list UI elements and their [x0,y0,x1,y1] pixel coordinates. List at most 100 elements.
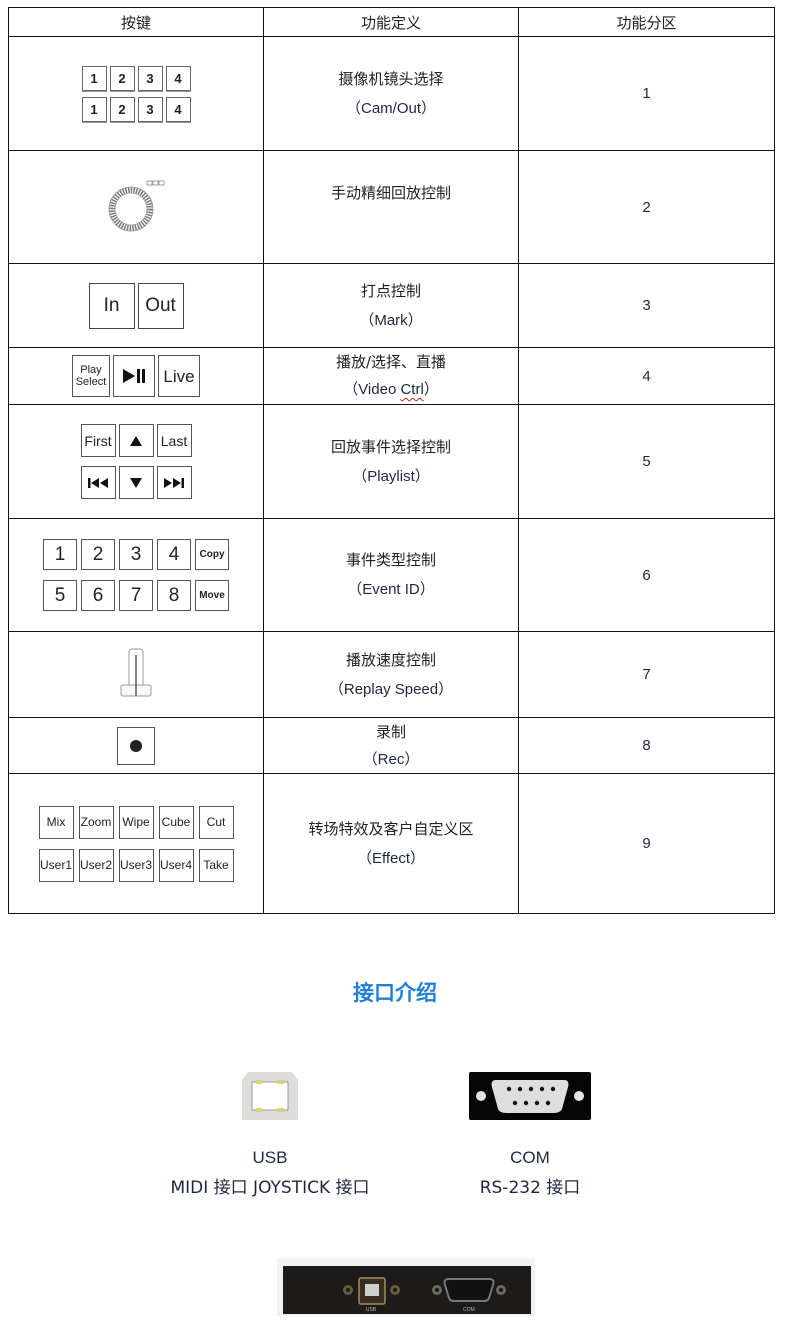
play-pause-key [113,355,155,397]
table-row: 手动精细回放控制 2 [8,150,775,264]
rec-key [117,726,155,765]
out-key-1: 1 [81,96,107,122]
keys-cell: Mix Zoom Wipe Cube Cut User1 User2 User3… [8,773,264,914]
skip-back-key [80,466,116,499]
out-key-4: 4 [165,96,191,122]
mix-key: Mix [38,805,74,839]
record-dot-icon [130,739,142,752]
function-cn: 录制 [375,722,406,741]
keys-cell [8,150,264,264]
table-row: In Out 打点控制 （Mark） 3 [8,263,775,348]
wipe-key: Wipe [118,805,154,839]
function-cn: 播放/选择、直播 [335,353,447,371]
table-header-row: 按键 功能定义 功能分区 [8,7,775,37]
table-row: 1 2 3 4 Copy 5 6 7 8 Move 事件类型控制 （Event … [8,518,775,632]
replay-speed-fader-icon [120,647,152,697]
user2-key: User2 [78,848,114,882]
zone-cell: 5 [518,404,775,519]
zone-cell: 2 [518,150,775,264]
move-key: Move [195,580,229,611]
function-en: （Replay Speed） [328,680,454,698]
event-key-4: 4 [157,539,191,570]
function-en: （Cam/Out） [345,99,436,117]
event-key-3: 3 [119,539,153,570]
spellcheck-word: Ctrl [400,381,424,398]
usb-label: USB [252,1148,288,1167]
event-key-5: 5 [43,580,77,611]
function-cell: 录制 （Rec） [263,717,519,774]
down-key [118,466,154,499]
cam-out-key-grid: 1 2 3 4 1 2 3 4 [81,65,191,122]
com-description: RS-232 接口 [479,1178,581,1198]
table-row: 录制 （Rec） 8 [8,717,775,774]
cube-key: Cube [158,805,194,839]
play-select-key: Play Select [72,355,110,397]
event-key-2: 2 [81,539,115,570]
table-row: 播放速度控制 （Replay Speed） 7 [8,631,775,718]
com-port-block: COM RS-232 接口 [410,1068,650,1203]
function-en: （Effect） [356,849,426,867]
user3-key: User3 [118,848,154,882]
function-en: （Video Ctrl） [343,381,439,398]
keys-cell: In Out [8,263,264,348]
play-pause-icon [123,369,145,383]
header-keys: 按键 [8,7,264,37]
function-cell: 手动精细回放控制 [263,150,519,264]
event-key-1: 1 [43,539,77,570]
rear-panel-photo: USB COM [277,1258,535,1316]
out-key: Out [137,282,184,329]
zone-cell: 8 [518,717,775,774]
header-function: 功能定义 [263,7,519,37]
function-cn: 摄像机镜头选择 [338,69,444,88]
function-en: （Rec） [362,750,420,768]
user4-key: User4 [158,848,194,882]
function-cell: 播放速度控制 （Replay Speed） [263,631,519,718]
function-cell: 播放/选择、直播 （Video Ctrl） [263,347,519,405]
function-cn: 播放速度控制 [345,650,436,669]
table-row: Mix Zoom Wipe Cube Cut User1 User2 User3… [8,773,775,914]
function-en: （Playlist） [352,467,430,485]
function-cell: 转场特效及客户自定义区 （Effect） [263,773,519,914]
keys-cell: Play Select Live [8,347,264,405]
out-key-2: 2 [109,96,135,122]
com-label: COM [510,1148,550,1167]
function-cn: 回放事件选择控制 [330,437,451,456]
cam-key-4: 4 [165,65,191,91]
skip-forward-key [156,466,192,499]
up-key [118,424,154,457]
out-key-3: 3 [137,96,163,122]
function-en: （Event ID） [347,581,435,598]
key-function-table: 按键 功能定义 功能分区 1 2 3 4 1 2 3 4 摄像机镜头选择 （Ca… [8,7,775,914]
keys-cell [8,717,264,774]
cut-key: Cut [198,805,234,839]
interfaces-title: 接口介绍 [353,981,437,1005]
table-row: Play Select Live 播放/选择、直播 （Video Ctrl） 4 [8,347,775,405]
triangle-up-icon [130,435,142,446]
take-key: Take [198,848,234,882]
keys-cell [8,631,264,718]
function-cn: 事件类型控制 [345,551,436,569]
zone-cell: 1 [518,36,775,151]
db9-serial-port-icon [469,1071,591,1120]
skip-forward-icon [164,477,184,488]
user1-key: User1 [38,848,74,882]
usb-b-port-icon [242,1071,298,1120]
cam-key-3: 3 [137,65,163,91]
function-cn: 转场特效及客户自定义区 [308,819,474,838]
keys-cell: 1 2 3 4 1 2 3 4 [8,36,264,151]
copy-key: Copy [195,539,229,570]
cam-key-1: 1 [81,65,107,91]
keys-cell: First Last [8,404,264,519]
triangle-down-icon [130,477,142,488]
zoom-key: Zoom [78,805,114,839]
zone-cell: 9 [518,773,775,914]
zone-cell: 6 [518,518,775,632]
panel-com-label: COM [463,1307,475,1313]
function-cell: 事件类型控制 （Event ID） [263,518,519,632]
function-cn: 手动精细回放控制 [330,183,451,202]
first-key: First [80,424,116,457]
zone-cell: 7 [518,631,775,718]
last-key: Last [156,424,192,457]
usb-description: MIDI 接口 JOYSTICK 接口 [170,1178,370,1198]
event-key-8: 8 [157,580,191,611]
